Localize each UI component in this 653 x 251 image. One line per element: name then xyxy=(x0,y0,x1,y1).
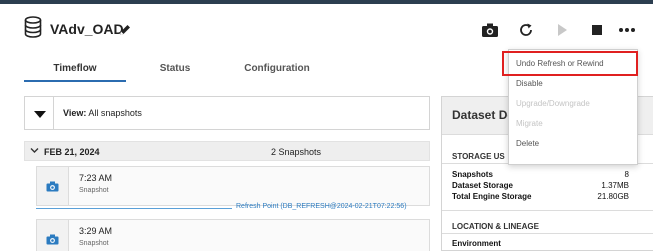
active-tab-indicator xyxy=(24,80,126,82)
menu-item-disable[interactable]: Disable xyxy=(509,75,637,93)
date-group-header[interactable]: FEB 21, 2024 2 Snapshots xyxy=(24,141,430,161)
dataset-storage-value: 1.37MB xyxy=(601,181,629,190)
menu-item-delete[interactable]: Delete xyxy=(509,135,637,153)
refresh-icon[interactable] xyxy=(516,20,536,40)
view-filter-bar: View: All snapshots xyxy=(24,96,430,130)
divider xyxy=(442,233,653,234)
snapshot-row[interactable]: 7:23 AM Snapshot xyxy=(36,166,430,206)
snapshots-label: Snapshots xyxy=(452,170,493,179)
divider xyxy=(442,210,653,211)
snapshot-time: 7:23 AM xyxy=(79,173,113,183)
snapshot-type: Snapshot xyxy=(79,240,109,247)
camera-icon[interactable] xyxy=(480,20,500,40)
menu-item-migrate: Migrate xyxy=(516,119,543,128)
database-icon xyxy=(24,16,42,38)
chevron-down-icon[interactable] xyxy=(30,146,39,156)
snapshot-type: Snapshot xyxy=(79,187,109,194)
highlight-box xyxy=(502,51,638,76)
caret-down-icon[interactable] xyxy=(34,111,46,118)
page-title: VAdv_OAD xyxy=(50,21,124,37)
play-icon xyxy=(552,20,572,40)
location-lineage-title: LOCATION & LINEAGE xyxy=(452,222,539,231)
snapshots-value: 8 xyxy=(624,170,629,179)
menu-item-upgrade-downgrade: Upgrade/Downgrade xyxy=(516,99,590,108)
snapshot-time: 3:29 AM xyxy=(79,226,113,236)
environment-label: Environment xyxy=(452,239,501,248)
more-icon[interactable] xyxy=(617,20,637,40)
snapshot-count: 2 Snapshots xyxy=(271,147,322,157)
view-value: All snapshots xyxy=(88,108,142,118)
total-engine-storage-value: 21.80GB xyxy=(597,192,629,201)
snapshot-camera-icon xyxy=(37,167,69,205)
view-filter-label[interactable]: View: All snapshots xyxy=(63,108,142,118)
dataset-storage-label: Dataset Storage xyxy=(452,181,513,190)
stop-icon[interactable] xyxy=(587,20,607,40)
header: VAdv_OAD xyxy=(0,4,653,48)
snapshot-camera-icon xyxy=(37,220,69,251)
storage-section-title: STORAGE US xyxy=(452,152,505,161)
total-engine-storage-label: Total Engine Storage xyxy=(452,192,532,201)
snapshot-row[interactable]: 3:29 AM Snapshot xyxy=(36,219,430,251)
tab-configuration[interactable]: Configuration xyxy=(230,58,324,82)
dataset-details-title: Dataset De xyxy=(452,108,515,122)
refresh-point-line xyxy=(36,208,232,209)
divider xyxy=(53,97,54,129)
refresh-point-label[interactable]: Refresh Point (DB_REFRESH@2024-02-21T07:… xyxy=(236,203,407,210)
tab-status[interactable]: Status xyxy=(140,58,210,82)
tab-timeflow[interactable]: Timeflow xyxy=(24,58,126,82)
view-prefix: View: xyxy=(63,108,87,118)
pencil-icon[interactable] xyxy=(118,23,132,37)
date-label: FEB 21, 2024 xyxy=(44,147,100,157)
